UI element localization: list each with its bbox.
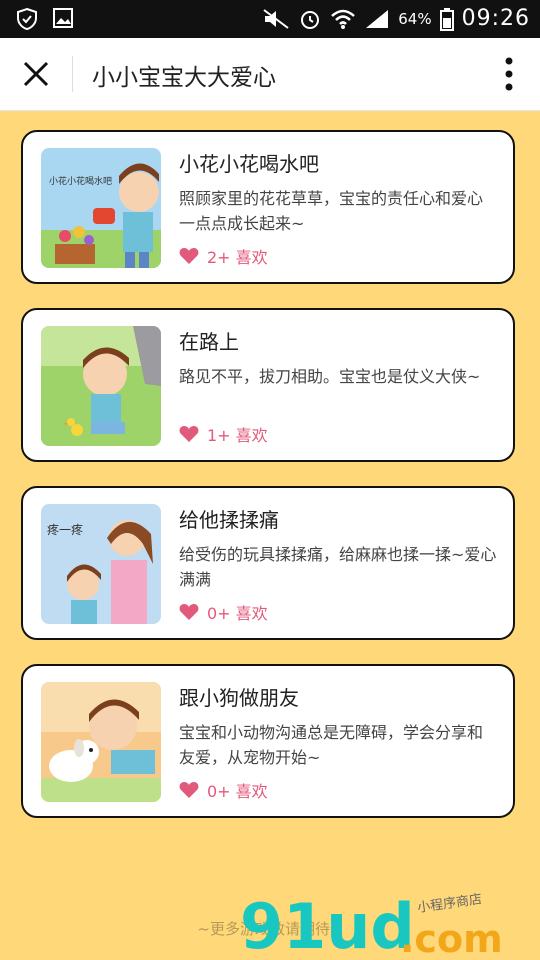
like-text: 1+ 喜欢 bbox=[207, 426, 268, 445]
card-description: 照顾家里的花花草草，宝宝的责任心和爱心一点点成长起来~ bbox=[179, 189, 484, 233]
story-card[interactable]: 疼一疼 给他揉揉痛 给受伤的玩具揉揉痛，给麻麻也揉一揉~爱心满满 0+ 喜欢 bbox=[21, 486, 515, 640]
thumb-caption: 疼一疼 bbox=[47, 522, 83, 537]
card-thumbnail: 疼一疼 bbox=[41, 504, 161, 624]
heart-icon bbox=[179, 604, 199, 620]
wifi-icon bbox=[331, 9, 356, 29]
card-title: 在路上 bbox=[179, 330, 239, 354]
nav-divider bbox=[72, 56, 73, 92]
comfort-illustration: 疼一疼 bbox=[41, 504, 161, 624]
heart-icon bbox=[179, 782, 199, 798]
story-card[interactable]: 在路上 路见不平，拔刀相助。宝宝也是仗义大侠~ 1+ 喜欢 bbox=[21, 308, 515, 462]
like-count[interactable]: 0+ 喜欢 bbox=[179, 778, 268, 802]
mute-icon bbox=[263, 8, 289, 29]
battery-icon bbox=[439, 7, 454, 31]
story-card[interactable]: 小花小花喝水吧 小花小花喝水吧 照顾家里的花花草草，宝宝的责任心和爱心一点点成长… bbox=[21, 130, 515, 284]
svg-text:小程序商店: 小程序商店 bbox=[416, 892, 482, 916]
svg-text:91ud: 91ud bbox=[240, 890, 415, 958]
signal-icon bbox=[366, 9, 389, 28]
like-count[interactable]: 1+ 喜欢 bbox=[179, 422, 268, 446]
card-description: 给受伤的玩具揉揉痛，给麻麻也揉一揉~爱心满满 bbox=[179, 545, 497, 589]
duckling-illustration bbox=[41, 326, 161, 446]
story-card[interactable]: 跟小狗做朋友 宝宝和小动物沟通总是无障碍，学会分享和友爱，从宠物开始~ 0+ 喜… bbox=[21, 664, 515, 818]
like-text: 0+ 喜欢 bbox=[207, 604, 268, 623]
card-thumbnail bbox=[41, 682, 161, 802]
watering-flower-illustration: 小花小花喝水吧 bbox=[41, 148, 161, 268]
card-thumbnail bbox=[41, 326, 161, 446]
heart-icon bbox=[179, 426, 199, 442]
puppy-illustration bbox=[41, 682, 161, 802]
close-icon[interactable] bbox=[22, 60, 50, 88]
card-title: 跟小狗做朋友 bbox=[179, 686, 299, 710]
card-description: 路见不平，拔刀相助。宝宝也是仗义大侠~ bbox=[179, 367, 481, 386]
page-title: 小小宝宝大大爱心 bbox=[92, 65, 276, 91]
image-icon bbox=[53, 8, 73, 28]
heart-icon bbox=[179, 248, 199, 264]
card-title: 给他揉揉痛 bbox=[179, 508, 279, 532]
more-icon[interactable] bbox=[504, 56, 514, 92]
like-text: 0+ 喜欢 bbox=[207, 782, 268, 801]
watermark-logo: 91ud .com 小程序商店 bbox=[240, 890, 503, 958]
shield-icon bbox=[17, 7, 37, 31]
card-list: 小花小花喝水吧 小花小花喝水吧 照顾家里的花花草草，宝宝的责任心和爱心一点点成长… bbox=[21, 130, 519, 842]
card-title: 小花小花喝水吧 bbox=[179, 152, 319, 176]
svg-text:.com: .com bbox=[400, 917, 503, 958]
like-text: 2+ 喜欢 bbox=[207, 248, 268, 267]
alarm-icon bbox=[301, 10, 320, 29]
like-count[interactable]: 2+ 喜欢 bbox=[179, 244, 268, 268]
like-count[interactable]: 0+ 喜欢 bbox=[179, 600, 268, 624]
thumb-caption: 小花小花喝水吧 bbox=[49, 175, 112, 187]
status-bar: 64% 09:26 bbox=[0, 0, 540, 38]
nav-bar: 小小宝宝大大爱心 bbox=[0, 38, 540, 111]
battery-percent: 64% bbox=[398, 9, 432, 28]
status-time: 09:26 bbox=[461, 6, 530, 31]
card-description: 宝宝和小动物沟通总是无障碍，学会分享和友爱，从宠物开始~ bbox=[179, 723, 484, 767]
card-thumbnail: 小花小花喝水吧 bbox=[41, 148, 161, 268]
